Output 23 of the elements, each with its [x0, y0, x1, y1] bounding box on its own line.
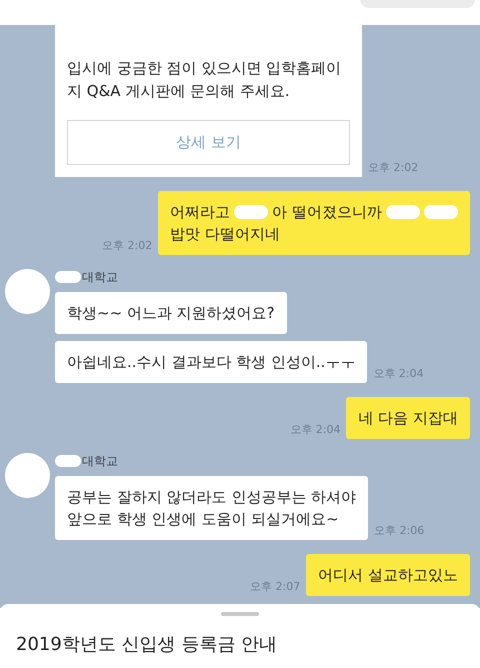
- redaction-mark: [424, 205, 458, 219]
- message-time: 오후 2:04: [290, 422, 340, 437]
- sender-name: 대학교: [82, 452, 118, 470]
- received-message: 공부는 잘하지 않더라도 인성공부는 하셔야 앞으로 학생 인생에 도움이 되실거에요~: [55, 476, 368, 540]
- sheet-title: 2019학년도 신입생 등록금 안내: [15, 633, 278, 656]
- redaction-mark: [234, 205, 268, 219]
- details-button[interactable]: 상세 보기: [67, 120, 350, 165]
- sent-message: 어쩌라고 아 떨어졌으니까 밥맛 다떨어지네: [158, 191, 470, 255]
- message-time: 오후 2:02: [368, 160, 418, 175]
- received-message: 학생~~ 어느과 지원하셨어요?: [55, 292, 287, 334]
- sent-message: 네 다음 지잡대: [346, 397, 470, 439]
- received-message: 아쉽네요..수시 결과보다 학생 인성이..ㅜㅜ: [55, 341, 368, 383]
- avatar[interactable]: [5, 269, 50, 314]
- sender-name: 대학교: [82, 268, 118, 286]
- redaction-mark: [386, 205, 420, 219]
- avatar[interactable]: [5, 453, 50, 498]
- message-time: 오후 2:06: [374, 523, 424, 538]
- card-text: 입시에 궁금한 점이 있으시면 입학홈페이 지 Q&A 게시판에 문의해 주세요.: [67, 58, 342, 102]
- sheet-handle[interactable]: [221, 612, 259, 616]
- message-time: 오후 2:04: [373, 366, 424, 381]
- sent-message: 어디서 설교하고있노: [306, 554, 470, 596]
- message-time: 오후 2:02: [102, 238, 152, 253]
- message-time: 오후 2:07: [250, 579, 300, 594]
